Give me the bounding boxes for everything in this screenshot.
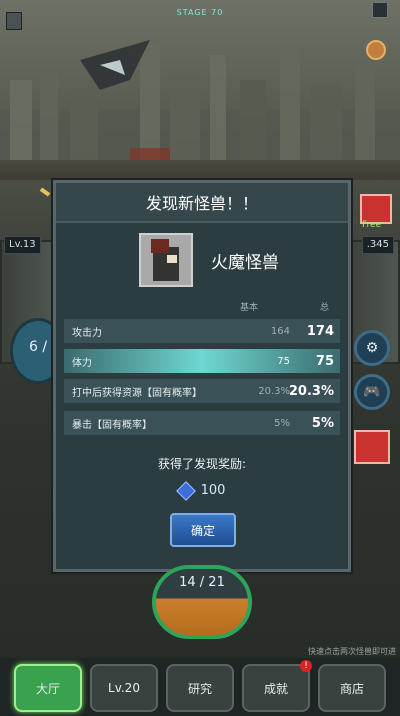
- left-gauge-value: 6 /: [29, 339, 48, 355]
- reward-amount: 100: [56, 480, 348, 501]
- column-total-label: 总: [320, 303, 330, 313]
- city-skyline: [0, 40, 400, 180]
- stat-name: 暴击【固有概率】: [72, 419, 152, 431]
- stat-row-resource-chance: 打中后获得资源【固有概率】 20.3% 20.3%: [64, 379, 340, 403]
- nav-label: 商店: [339, 681, 364, 696]
- right-level-label: .345: [361, 236, 394, 254]
- stat-base: 5%: [274, 417, 290, 429]
- nav-label: Lv.20: [108, 681, 140, 695]
- stat-name: 攻击力: [72, 327, 102, 339]
- monster-portrait-image: [139, 233, 193, 287]
- stat-base: 164: [270, 325, 290, 337]
- monster-info: 火魔怪兽: [139, 233, 279, 287]
- new-monster-dialog: 发现新怪兽！！ 火魔怪兽 基本 总 攻击力 164 174 体力 75 75 打…: [53, 180, 351, 572]
- stat-total: 75: [315, 353, 334, 369]
- stat-total: 5%: [311, 415, 334, 431]
- gamepad-icon[interactable]: 🎮: [354, 374, 390, 410]
- monster-book-icon[interactable]: [372, 2, 388, 18]
- reward-title: 获得了发现奖励:: [157, 457, 247, 471]
- nav-label: 研究: [187, 681, 212, 696]
- stat-row-attack: 攻击力 164 174: [64, 319, 340, 343]
- dialog-title: 发现新怪兽！！: [56, 183, 348, 223]
- confirm-button[interactable]: 确定: [170, 513, 236, 547]
- wave-progress-gauge: 14 / 21: [152, 565, 252, 639]
- stat-row-crit-chance: 暴击【固有概率】 5% 5%: [64, 411, 340, 435]
- stat-row-hp: 体力 75 75: [64, 349, 340, 373]
- ground-strip: [0, 160, 400, 180]
- menu-chip-icon[interactable]: [6, 12, 22, 30]
- stat-name: 打中后获得资源【固有概率】: [72, 387, 202, 399]
- bottom-nav: 大厅 Lv.20 研究 成就 ! 商店: [0, 658, 400, 716]
- reward-value: 100: [200, 483, 226, 498]
- nav-level[interactable]: Lv.20: [90, 664, 158, 712]
- nav-label: 成就: [263, 681, 288, 696]
- monster-name: 火魔怪兽: [211, 252, 279, 273]
- stat-base: 75: [277, 355, 290, 367]
- hint-text: 快速点击两次怪兽即可进: [308, 647, 396, 656]
- left-level-label: Lv.13: [4, 236, 41, 254]
- nav-label: 大厅: [35, 681, 60, 696]
- gift-box-icon[interactable]: [354, 430, 390, 464]
- free-label: Free: [362, 220, 382, 230]
- gem-icon: [175, 480, 196, 501]
- settings-gear-icon[interactable]: ⚙: [354, 330, 390, 366]
- nav-shop[interactable]: 商店: [318, 664, 386, 712]
- nav-lobby[interactable]: 大厅: [14, 664, 82, 712]
- alert-badge: !: [300, 660, 312, 672]
- stage-label: STAGE 70: [176, 8, 224, 17]
- column-base-label: 基本: [240, 303, 259, 313]
- timer-icon[interactable]: [366, 40, 386, 60]
- wave-progress-text: 14 / 21: [179, 575, 225, 590]
- stat-total: 20.3%: [288, 383, 334, 399]
- stat-name: 体力: [72, 357, 92, 369]
- stat-total: 174: [306, 323, 334, 339]
- stat-base: 20.3%: [258, 385, 290, 397]
- nav-research[interactable]: 研究: [166, 664, 234, 712]
- nav-achievements[interactable]: 成就 !: [242, 660, 312, 712]
